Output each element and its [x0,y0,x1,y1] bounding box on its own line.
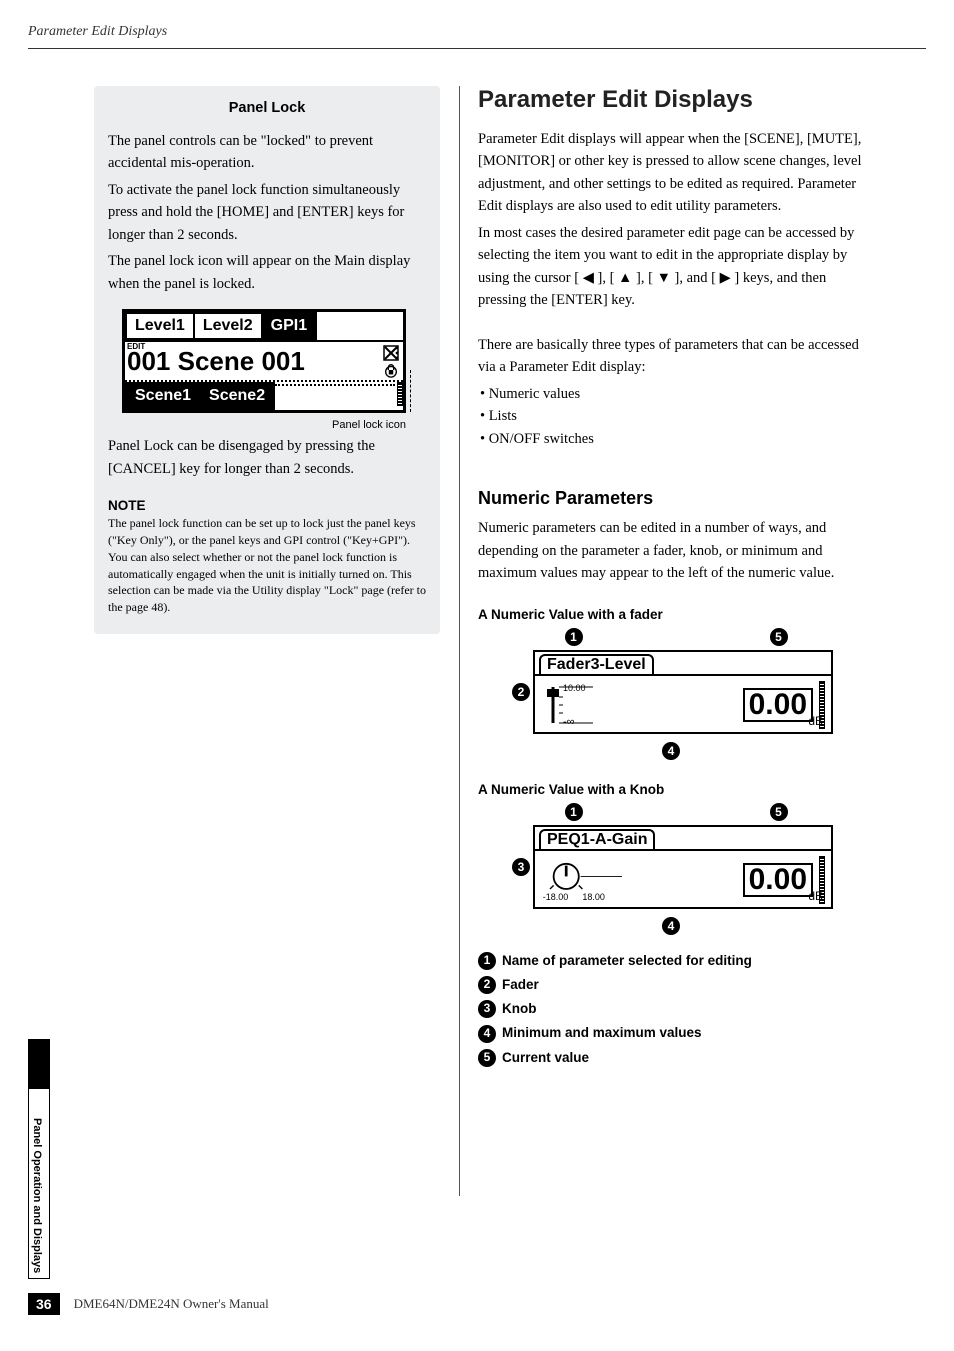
callout-3-icon: 3 [512,858,530,876]
lcd-tab-scene2: Scene2 [199,382,275,410]
note-body: The panel lock function can be set up to… [108,515,426,616]
cursor-right-icon: ▶ [720,270,731,286]
def-row-4: 4 Minimum and maximum values [478,1021,864,1045]
def-label-2: Fader [502,973,539,997]
header-rule [28,48,926,49]
numeric-body-p: Numeric parameters can be edited in a nu… [478,517,864,584]
fader-min: -∞ [563,716,575,728]
lcd-tab-scene1: Scene1 [125,382,201,410]
def-num-5-icon: 5 [478,1049,496,1067]
def-label-5: Current value [502,1046,589,1070]
panel-lock-box: Panel Lock The panel controls can be "lo… [94,86,440,634]
scrollbar-icon [397,382,403,406]
footer: 36 DME64N/DME24N Owner's Manual [28,1293,269,1315]
def-num-2-icon: 2 [478,976,496,994]
lcd-tab-level2: Level2 [193,312,263,340]
cursor-up-icon: ▲ [618,270,632,286]
ped-types: There are basically three types of param… [478,334,864,450]
knob-graphic: -18.00 18.00 [541,856,631,904]
lcd-tab-gpi1: GPI1 [261,312,317,340]
footer-book-title: DME64N/DME24N Owner's Manual [74,1296,269,1312]
right-column: Parameter Edit Displays Parameter Edit d… [478,86,864,1070]
fader-graphic: 10.00 -∞ [541,681,631,729]
callout-line [410,370,411,412]
ped-types-list: Numeric values Lists ON/OFF switches [478,383,864,450]
cursor-down-icon: ▼ [657,270,671,286]
fader-max: 10.00 [563,683,586,693]
definitions-list: 1Name of parameter selected for editing … [478,949,864,1070]
fader-value: 0.00 [743,688,813,722]
def-label-1: Name of parameter selected for editing [502,949,752,973]
def-num-3-icon: 3 [478,1000,496,1018]
lcd-tab-level1: Level1 [125,312,195,340]
section-title: Parameter Edit Displays [478,86,864,114]
def-label-4: Minimum and maximum values [502,1021,702,1045]
def-row-5: 5 Current value [478,1046,864,1070]
def-label-3: Knob [502,997,537,1021]
note-heading: NOTE [108,498,426,513]
lcd-edit-indicator: EDIT [127,342,145,351]
knob-unit: dB [808,889,823,903]
panel-lock-p3: The panel lock icon will appear on the M… [108,250,426,295]
list-item: Lists [480,405,864,427]
knob-subtitle: A Numeric Value with a Knob [478,782,864,797]
callout-2-icon: 2 [512,683,530,701]
ped-types-intro: There are basically three types of param… [478,334,864,379]
knob-max: 18.00 [582,891,605,901]
panel-lock-p1: The panel controls can be "locked" to pr… [108,130,426,175]
cursor-left-icon: ◀ [583,270,594,286]
page-number: 36 [28,1293,60,1315]
list-item: ON/OFF switches [480,428,864,450]
callout-1-icon: 1 [565,628,583,646]
fader-title: Fader3-Level [539,654,654,676]
knob-title: PEQ1-A-Gain [539,829,655,851]
side-tab-label: Panel Operation and Displays [31,1118,43,1273]
side-chapter-tab: Panel Operation and Displays [28,1039,50,1279]
mute-icon [383,345,399,361]
knob-value: 0.00 [743,863,813,897]
fader-diagram: 1 5 2 Fader3-Level 10.00 -∞ [478,628,864,760]
lcd-caption: Panel lock icon [122,419,406,431]
callout-5b-icon: 5 [770,803,788,821]
callout-4b-icon: 4 [662,917,680,935]
ped-intro: Parameter Edit displays will appear when… [478,128,864,312]
list-item: Numeric values [480,383,864,405]
def-row-1: 1 Name of parameter selected for editing [478,949,864,973]
callout-4-icon: 4 [662,742,680,760]
knob-diagram: 1 5 3 PEQ1-A-Gain -18.00 18 [478,803,864,935]
def-row-3: 3 Knob [478,997,864,1021]
panel-lock-p2: To activate the panel lock function simu… [108,179,426,246]
knob-lcd: PEQ1-A-Gain -18.00 18.00 0.00 [533,825,833,909]
callout-1b-icon: 1 [565,803,583,821]
def-num-1-icon: 1 [478,952,496,970]
ped-intro-p1: Parameter Edit displays will appear when… [478,128,864,218]
fader-subtitle: A Numeric Value with a fader [478,607,864,622]
callout-5-icon: 5 [770,628,788,646]
left-column: Panel Lock The panel controls can be "lo… [94,86,440,640]
numeric-body: Numeric parameters can be edited in a nu… [478,517,864,584]
fader-unit: dB [808,714,823,728]
lcd-scene-number: 001 Scene 001 [125,346,305,377]
ped-intro-p2: In most cases the desired parameter edit… [478,222,864,312]
knob-min: -18.00 [543,891,569,901]
panel-lock-p4-wrap: Panel Lock can be disengaged by pressing… [108,435,426,480]
fader-lcd: Fader3-Level 10.00 -∞ [533,650,833,734]
panel-lock-body: The panel controls can be "locked" to pr… [108,130,426,295]
column-divider [459,86,460,1196]
lcd-main-display: Level1 Level2 GPI1 EDIT 001 Scene 001 Sc… [122,309,406,431]
panel-lock-heading: Panel Lock [108,100,426,116]
lock-icon [383,362,399,378]
numeric-heading: Numeric Parameters [478,488,864,509]
running-header: Parameter Edit Displays [28,24,167,40]
def-num-4-icon: 4 [478,1025,496,1043]
panel-lock-p4: Panel Lock can be disengaged by pressing… [108,435,426,480]
def-row-2: 2 Fader [478,973,864,997]
